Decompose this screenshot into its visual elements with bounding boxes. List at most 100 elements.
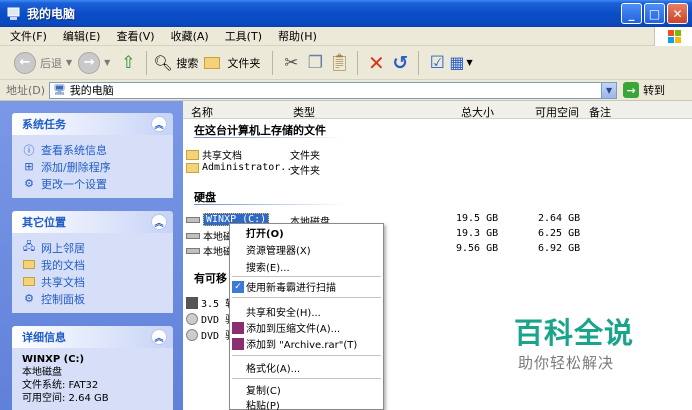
link-label: 网上邻居 [41, 241, 85, 255]
paste-button[interactable]: 📋︎ [327, 51, 351, 75]
address-dropdown-button[interactable]: ▼ [601, 82, 617, 98]
list-item[interactable]: Administrator... 文件夹 [186, 162, 686, 177]
hard-drive-icon [186, 216, 200, 223]
back-dropdown-icon: ▼ [66, 58, 73, 67]
properties-button[interactable]: ☑ [425, 51, 449, 75]
menu-file[interactable]: 文件(F) [10, 28, 47, 44]
back-button[interactable]: ← 后退 ▼ [14, 51, 73, 74]
windows-logo-icon [654, 27, 692, 46]
panel-header[interactable]: 其它位置 ︽ [12, 211, 173, 233]
details-panel: 详细信息 ︽ WINXP (C:) 本地磁盘 文件系统: FAT32 可用空间:… [12, 326, 173, 410]
toolbar-divider [146, 50, 148, 75]
up-folder-button[interactable]: ⇧ [116, 51, 140, 75]
panel-header[interactable]: 详细信息 ︽ [12, 326, 173, 348]
dvd-drive-icon [186, 328, 198, 341]
network-icon: 🖧︎ [22, 240, 36, 253]
folder-icon [22, 258, 36, 272]
group-title: 有可移 [194, 272, 227, 285]
menu-open[interactable]: 打开(O) [230, 224, 383, 241]
column-type[interactable]: 类型 [293, 104, 315, 120]
menu-separator [232, 276, 381, 277]
view-system-info-link[interactable]: ⓘ 查看系统信息 [22, 141, 165, 158]
menu-add-to-archive[interactable]: 添加到压缩文件(A)... [230, 319, 383, 336]
delete-button[interactable]: ✕ [364, 51, 388, 75]
menu-bar: 文件(F) 编辑(E) 查看(V) 收藏(A) 工具(T) 帮助(H) [0, 27, 692, 46]
collapse-chevron-icon[interactable]: ︽ [151, 214, 167, 230]
link-label: 共享文档 [41, 275, 85, 289]
panel-header[interactable]: 系统任务 ︽ [12, 113, 173, 135]
copy-to-button[interactable]: ❐ [303, 51, 327, 75]
system-info-icon: ⓘ [23, 143, 35, 157]
close-button[interactable]: ✕ [667, 3, 688, 24]
minimize-button[interactable]: _ [621, 3, 642, 24]
address-label: 地址(D) [6, 84, 46, 97]
properties-icon: ☑ [429, 52, 445, 73]
go-button[interactable]: → 转到 [623, 82, 665, 98]
column-name[interactable]: 名称 [191, 104, 213, 120]
dvd-drive-icon [186, 312, 198, 325]
address-value: 我的电脑 [69, 84, 114, 97]
shared-documents-link[interactable]: 共享文档 [22, 273, 165, 290]
column-total-size[interactable]: 总大小 [461, 104, 494, 120]
item-type: 文件夹 [290, 151, 320, 162]
folders-button[interactable]: 文件夹 [204, 55, 260, 71]
item-free-space: 6.92 GB [538, 243, 581, 254]
menu-format[interactable]: 格式化(A)... [230, 359, 383, 376]
add-remove-icon: ⊞ [24, 160, 34, 173]
item-total-size: 19.5 GB [456, 213, 499, 224]
group-title: 在这台计算机上存储的文件 [194, 124, 326, 137]
menu-separator [232, 355, 381, 356]
search-button[interactable]: 🔍︎ 搜索 [153, 54, 198, 72]
views-button[interactable]: ▦ ▼ [449, 53, 472, 72]
forward-button[interactable]: → ▼ [78, 51, 111, 74]
menu-search[interactable]: 搜索(E)... [230, 258, 383, 275]
forward-dropdown-icon: ▼ [104, 58, 111, 67]
detail-free-space: 可用空间: 2.64 GB [22, 393, 109, 404]
menu-tools[interactable]: 工具(T) [225, 28, 262, 44]
move-to-button[interactable]: ✂ [279, 51, 303, 75]
menu-add-to-rar[interactable]: 添加到 "Archive.rar"(T) [230, 335, 383, 352]
views-icon: ▦ [449, 53, 465, 72]
panel-title: 系统任务 [22, 118, 66, 131]
my-documents-link[interactable]: 我的文档 [22, 256, 165, 273]
collapse-chevron-icon[interactable]: ︽ [151, 329, 167, 345]
address-bar: 地址(D) 🖥︎ 我的电脑 ▼ → 转到 [0, 80, 692, 101]
item-total-size: 9.56 GB [456, 243, 499, 254]
link-label: 添加/删除程序 [41, 160, 111, 174]
undo-button[interactable]: ↺ [388, 51, 412, 75]
item-name: 共享文档 [202, 151, 242, 162]
list-item[interactable]: 共享文档 文件夹 [186, 147, 686, 162]
go-arrow-icon: → [623, 82, 640, 98]
detail-type: 本地磁盘 [22, 367, 62, 378]
folder-icon [186, 162, 199, 173]
menu-explorer[interactable]: 资源管理器(X) [230, 241, 383, 258]
menu-edit[interactable]: 编辑(E) [63, 28, 101, 44]
menu-favorites[interactable]: 收藏(A) [171, 28, 209, 44]
menu-paste[interactable]: 粘贴(P) [230, 396, 383, 410]
menu-view[interactable]: 查看(V) [116, 28, 154, 44]
scissors-icon: ✂ [284, 52, 299, 73]
column-free-space[interactable]: 可用空间 [535, 104, 579, 120]
delete-x-icon: ✕ [367, 50, 385, 75]
menu-separator [232, 378, 381, 379]
maximize-button[interactable]: □ [644, 3, 665, 24]
menu-help[interactable]: 帮助(H) [278, 28, 317, 44]
menu-share-security[interactable]: 共享和安全(H)... [230, 303, 383, 320]
menu-separator [232, 297, 381, 298]
address-input[interactable]: 🖥︎ 我的电脑 ▼ [49, 81, 618, 99]
group-divider [194, 137, 344, 138]
change-setting-link[interactable]: ⚙ 更改一个设置 [22, 175, 165, 192]
add-remove-programs-link[interactable]: ⊞ 添加/删除程序 [22, 158, 165, 175]
control-panel-link[interactable]: ⚙ 控制面板 [22, 290, 165, 307]
toolbar-divider [357, 50, 359, 75]
group-divider [194, 204, 344, 205]
menu-scan-antivirus[interactable]: ✓ 使用新毒霸进行扫描 [230, 278, 383, 295]
item-free-space: 2.64 GB [538, 213, 581, 224]
watermark-title: 百科全说 [514, 316, 635, 350]
column-notes[interactable]: 备注 [589, 104, 611, 120]
network-places-link[interactable]: 🖧︎ 网上邻居 [22, 239, 165, 256]
collapse-chevron-icon[interactable]: ︽ [151, 116, 167, 132]
floppy-icon [186, 296, 198, 309]
toolbar-divider [272, 50, 274, 75]
forward-arrow-icon: → [78, 51, 101, 74]
